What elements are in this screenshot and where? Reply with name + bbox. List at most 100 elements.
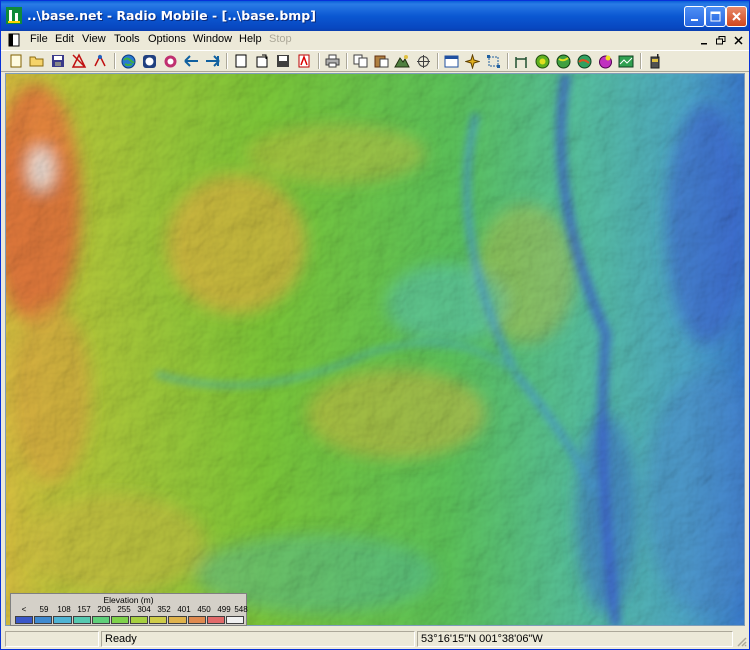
legend-label: 450 bbox=[197, 605, 211, 614]
legend-label: 304 bbox=[137, 605, 151, 614]
terrain-button[interactable] bbox=[393, 53, 411, 69]
legend-swatch bbox=[149, 616, 168, 624]
radio-coverage-button[interactable] bbox=[533, 53, 551, 69]
print-button[interactable] bbox=[323, 53, 341, 69]
elevation-legend: Elevation (m) < 59 108 157 206 255 304 3… bbox=[5, 522, 248, 626]
go-forward-button[interactable] bbox=[203, 53, 221, 69]
mdi-close-button[interactable] bbox=[731, 34, 745, 47]
menu-options[interactable]: Options bbox=[148, 33, 186, 45]
legend-swatch bbox=[187, 616, 206, 624]
compass-icon bbox=[464, 53, 480, 69]
network-properties-icon bbox=[71, 53, 87, 68]
title-bar[interactable]: ..\base.net - Radio Mobile - [..\base.bm… bbox=[1, 1, 749, 31]
search-map-icon bbox=[164, 55, 176, 67]
toolbar-separator bbox=[346, 53, 348, 69]
menu-tools[interactable]: Tools bbox=[114, 33, 140, 45]
status-bar: Ready 53°16'15"N 001°38'06"W bbox=[1, 628, 749, 649]
restore-icon bbox=[716, 36, 726, 45]
legend-swatch bbox=[91, 616, 110, 624]
radio-coverage-icon bbox=[535, 54, 549, 68]
legend-label: 206 bbox=[97, 605, 111, 614]
open-button[interactable] bbox=[28, 53, 46, 69]
legend-label: 352 bbox=[157, 605, 171, 614]
save-icon bbox=[52, 55, 64, 67]
paste-button[interactable] bbox=[372, 53, 390, 69]
handheld-radio-button[interactable] bbox=[646, 53, 664, 69]
compass-button[interactable] bbox=[463, 53, 481, 69]
minimize-icon bbox=[701, 42, 707, 44]
legend-label: 157 bbox=[77, 605, 91, 614]
map-properties-icon bbox=[142, 54, 156, 68]
merge-button[interactable] bbox=[414, 53, 432, 69]
toolbar-separator bbox=[507, 53, 509, 69]
legend-label: 548 bbox=[234, 605, 248, 614]
paste-icon bbox=[374, 55, 388, 68]
open-picture-icon bbox=[256, 54, 268, 68]
legend-label: 499 bbox=[217, 605, 231, 614]
globe-icon bbox=[121, 54, 135, 68]
new-picture-button[interactable] bbox=[232, 53, 250, 69]
globe-button[interactable] bbox=[119, 53, 137, 69]
new-picture-icon bbox=[235, 54, 247, 68]
save-button[interactable] bbox=[49, 53, 67, 69]
save-picture-button[interactable] bbox=[274, 53, 292, 69]
toolbar-separator bbox=[318, 53, 320, 69]
pdf-icon bbox=[298, 54, 310, 68]
map-properties-button[interactable] bbox=[140, 53, 158, 69]
3d-view-icon bbox=[598, 55, 612, 68]
copy-icon bbox=[353, 54, 367, 68]
new-map-button[interactable] bbox=[7, 53, 25, 69]
fit-button[interactable] bbox=[484, 53, 502, 69]
toolbar-separator bbox=[640, 53, 642, 69]
resize-grip-icon[interactable] bbox=[735, 635, 747, 647]
go-back-button[interactable] bbox=[182, 53, 200, 69]
radio-link-button[interactable] bbox=[512, 53, 530, 69]
status-coordinates: 53°16'15"N 001°38'06"W bbox=[417, 631, 733, 647]
close-icon bbox=[733, 36, 743, 45]
menu-bar: File Edit View Tools Options Window Help… bbox=[1, 31, 749, 50]
copy-button[interactable] bbox=[351, 53, 369, 69]
handheld-radio-icon bbox=[650, 53, 660, 68]
close-icon bbox=[732, 12, 741, 21]
pdf-button[interactable] bbox=[295, 53, 313, 69]
mdi-restore-button[interactable] bbox=[714, 34, 728, 47]
search-map-button[interactable] bbox=[161, 53, 179, 69]
minimize-button[interactable] bbox=[684, 6, 705, 27]
window-title: ..\base.net - Radio Mobile - [..\base.bm… bbox=[27, 8, 316, 23]
go-back-icon bbox=[183, 55, 198, 67]
antenna-link-icon bbox=[515, 56, 527, 68]
3d-view-button[interactable] bbox=[596, 53, 614, 69]
toolbar-separator bbox=[226, 53, 228, 69]
merge-icon bbox=[416, 54, 430, 68]
legend-labels: < 59 108 157 206 255 304 352 401 450 499… bbox=[15, 605, 248, 615]
toolbar bbox=[1, 50, 749, 72]
menu-edit[interactable]: Edit bbox=[55, 33, 74, 45]
menu-file[interactable]: File bbox=[30, 33, 48, 45]
close-button[interactable] bbox=[726, 6, 747, 27]
screen-button[interactable] bbox=[617, 53, 635, 69]
legend-swatch bbox=[53, 616, 72, 624]
legend-swatch bbox=[15, 616, 34, 624]
coverage-globe-button[interactable] bbox=[554, 53, 572, 69]
screen-icon bbox=[618, 55, 634, 67]
toolbar-separator bbox=[114, 53, 116, 69]
legend-swatch bbox=[225, 616, 245, 624]
new-map-icon bbox=[10, 54, 22, 68]
world-map-button[interactable] bbox=[575, 53, 593, 69]
status-message: Ready bbox=[101, 631, 415, 647]
window-button[interactable] bbox=[442, 53, 460, 69]
fit-icon bbox=[486, 54, 500, 68]
legend-swatch bbox=[34, 616, 53, 624]
maximize-button[interactable] bbox=[705, 6, 726, 27]
menu-view[interactable]: View bbox=[82, 33, 106, 45]
unit-properties-button[interactable] bbox=[91, 53, 109, 69]
menu-window[interactable]: Window bbox=[193, 33, 232, 45]
mdi-minimize-button[interactable] bbox=[697, 34, 711, 47]
network-properties-button[interactable] bbox=[70, 53, 88, 69]
menu-help[interactable]: Help bbox=[239, 33, 262, 45]
document-icon[interactable] bbox=[7, 33, 21, 47]
open-picture-button[interactable] bbox=[253, 53, 271, 69]
legend-swatches bbox=[15, 616, 245, 624]
radio-mobile-app-icon[interactable] bbox=[6, 7, 22, 24]
elevation-legend-box: Elevation (m) < 59 108 157 206 255 304 3… bbox=[10, 593, 248, 626]
